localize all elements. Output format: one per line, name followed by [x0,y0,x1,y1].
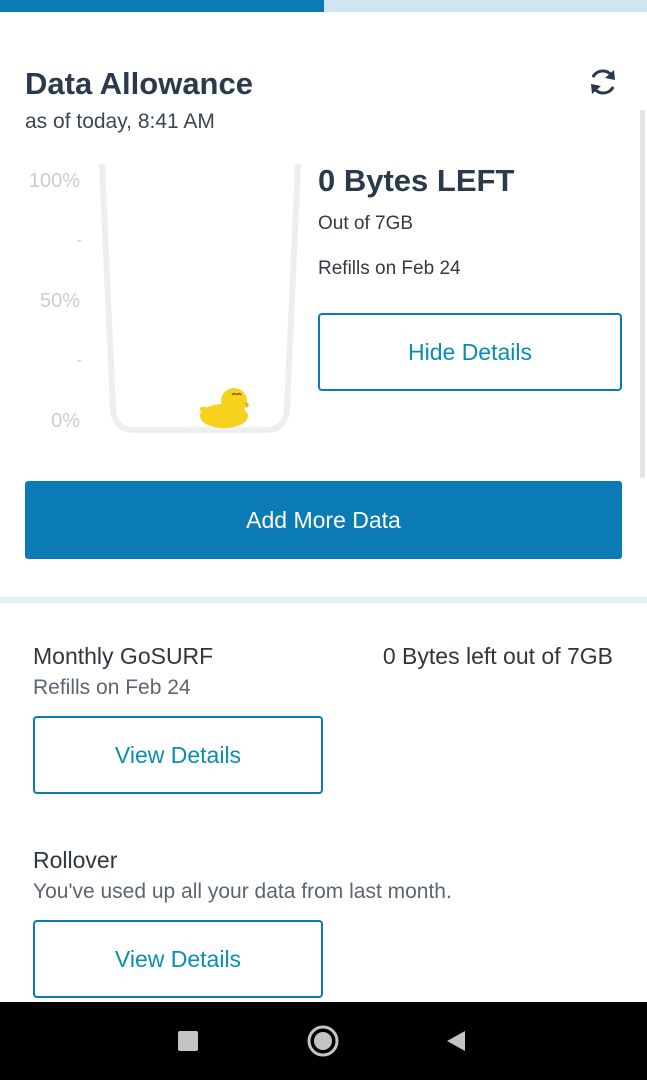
plan-name-rollover: Rollover [33,847,118,873]
data-left-heading: 0 Bytes LEFT [318,163,515,198]
plan-refill-text: Refills on Feb 24 [33,676,191,699]
refill-date-text: Refills on Feb 24 [318,258,461,279]
plan-name-monthly-gosurf: Monthly GoSURF [33,643,214,669]
data-total-text: Out of 7GB [318,213,414,234]
home-circle-icon [307,1025,339,1057]
back-triangle-icon [447,1031,465,1051]
view-details-button-gosurf[interactable]: View Details [33,716,323,794]
recents-square-icon [178,1031,198,1051]
duck-icon [199,388,249,428]
gauge-label-50: 50% [39,290,80,312]
plan-remaining-text: 0 Bytes left out of 7GB [382,643,613,669]
page-subtitle-timestamp: as of today, 8:41 AM [25,110,215,133]
hide-details-button[interactable]: Hide Details [318,313,622,391]
gauge-tick-75: - [76,232,82,249]
page-title: Data Allowance [25,66,253,101]
scrollbar[interactable] [640,110,645,478]
gauge-label-100: 100% [28,170,80,192]
view-details-button-rollover[interactable]: View Details [33,920,323,998]
refresh-button[interactable] [584,63,622,101]
rollover-status-text: You've used up all your data from last m… [33,880,452,903]
top-progress-fill [0,0,324,12]
add-more-data-button[interactable]: Add More Data [25,481,622,559]
gauge-tick-25: - [76,352,82,369]
system-navigation-bar [0,1002,647,1080]
gauge-label-0: 0% [51,410,80,432]
back-button[interactable] [426,1002,486,1080]
refresh-icon [591,69,615,95]
section-divider [0,597,647,603]
top-progress-track [0,0,647,12]
recents-button[interactable] [158,1002,218,1080]
home-button[interactable] [292,1002,354,1080]
